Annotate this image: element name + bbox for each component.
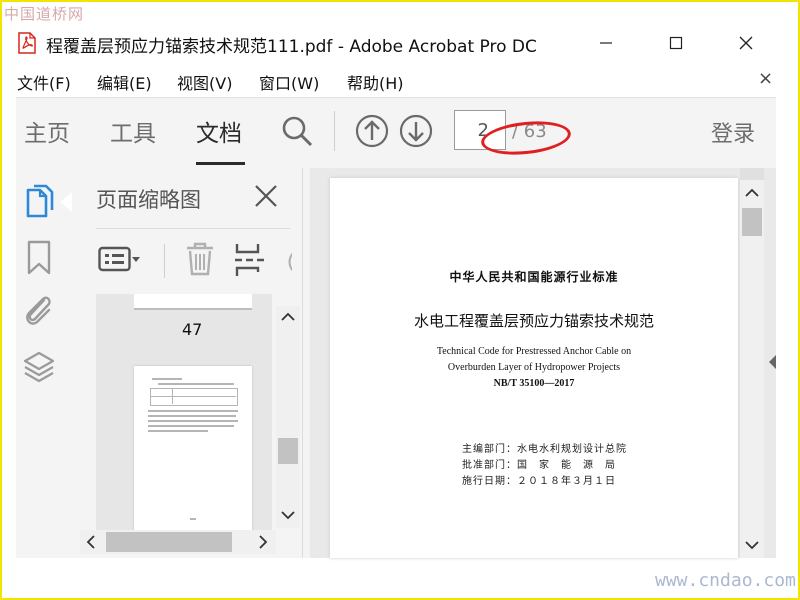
thumbnail-page-number: 47 xyxy=(182,320,203,339)
doc-header: 中华人民共和国能源行业标准 xyxy=(449,270,619,284)
thumbnail-scroll-thumb[interactable] xyxy=(278,438,298,464)
close-icon xyxy=(739,36,753,50)
tab-home[interactable]: 主页 xyxy=(24,114,70,148)
doc-title-cn: 水电工程覆盖层预应力锚索技术规范 xyxy=(413,312,654,330)
watermark-url: www.cndao.com xyxy=(655,570,796,591)
doc-approval-dept: 批准部门：国 家 能 源 局 xyxy=(462,460,616,471)
document-vertical-scrollbar[interactable] xyxy=(740,180,764,558)
close-panel-icon[interactable] xyxy=(254,184,278,208)
delete-page-icon[interactable] xyxy=(184,242,216,276)
doc-title-en-2: Overburden Layer of Hydropower Projects xyxy=(447,362,621,373)
close-window-button[interactable] xyxy=(726,28,766,58)
extract-pages-icon[interactable] xyxy=(234,242,266,278)
menu-help[interactable]: 帮助(H) xyxy=(347,70,404,94)
pdf-file-icon xyxy=(18,32,36,54)
window-title: 程覆盖层预应力锚索技术规范111.pdf - Adobe Acrobat Pro… xyxy=(46,37,537,57)
tab-document[interactable]: 文档 xyxy=(196,114,242,148)
minimize-icon xyxy=(600,42,612,44)
thumbnail-page[interactable] xyxy=(134,366,252,536)
scroll-up-icon[interactable] xyxy=(280,310,296,324)
document-scroll-top-cap xyxy=(740,168,764,180)
doc-scroll-down-icon[interactable] xyxy=(744,538,760,552)
scroll-right-icon[interactable] xyxy=(256,534,270,550)
pdf-page[interactable]: 中华人民共和国能源行业标准 水电工程覆盖层预应力锚索技术规范 Technical… xyxy=(330,178,738,558)
more-tools-clipped xyxy=(284,250,292,274)
doc-editor-dept: 主编部门：水电水利规划设计总院 xyxy=(462,444,627,455)
thumbnail-hscroll-thumb[interactable] xyxy=(106,532,232,552)
scroll-down-icon[interactable] xyxy=(280,508,296,522)
panel-tool-divider xyxy=(164,244,165,278)
attachment-icon[interactable] xyxy=(22,292,54,330)
doc-standard-number: NB/T 35100—2017 xyxy=(493,378,575,389)
bookmark-icon[interactable] xyxy=(26,240,52,276)
maximize-icon xyxy=(669,36,683,50)
previous-page-icon[interactable] xyxy=(355,114,389,148)
watermark-logo-text: 中国道桥网 xyxy=(4,5,85,23)
maximize-button[interactable] xyxy=(656,28,696,58)
tool-partial-icon xyxy=(288,252,292,272)
thumbnail-vertical-scrollbar[interactable] xyxy=(276,306,300,528)
expand-right-pane-icon[interactable] xyxy=(767,354,777,370)
menu-edit[interactable]: 编辑(E) xyxy=(97,70,152,94)
panel-divider xyxy=(96,228,290,229)
scroll-left-icon[interactable] xyxy=(84,534,98,550)
active-tab-indicator xyxy=(196,162,245,165)
panel-title: 页面缩略图 xyxy=(96,188,201,212)
tab-tools[interactable]: 工具 xyxy=(110,114,156,148)
search-icon[interactable] xyxy=(280,114,314,148)
next-page-icon[interactable] xyxy=(399,114,433,148)
page-thumbnails-icon[interactable] xyxy=(24,184,58,220)
menu-window[interactable]: 窗口(W) xyxy=(259,70,319,94)
doc-title-en-1: Technical Code for Prestressed Anchor Ca… xyxy=(436,346,632,357)
thumbnail-options-icon[interactable] xyxy=(98,246,144,274)
menu-bar-close-button[interactable]: × xyxy=(758,68,773,89)
document-scroll-thumb[interactable] xyxy=(742,208,762,236)
menu-file[interactable]: 文件(F) xyxy=(17,70,71,94)
active-panel-pointer xyxy=(60,192,72,212)
doc-effective-date: 施行日期：２０１８年３月１日 xyxy=(462,476,616,487)
layers-icon[interactable] xyxy=(22,350,56,386)
menu-view[interactable]: 视图(V) xyxy=(177,70,232,94)
minimize-button[interactable] xyxy=(586,28,626,58)
doc-scroll-up-icon[interactable] xyxy=(744,186,760,200)
thumbnail-previous-page[interactable] xyxy=(134,294,252,310)
toolbar-divider xyxy=(334,111,335,151)
login-button[interactable]: 登录 xyxy=(711,116,755,148)
